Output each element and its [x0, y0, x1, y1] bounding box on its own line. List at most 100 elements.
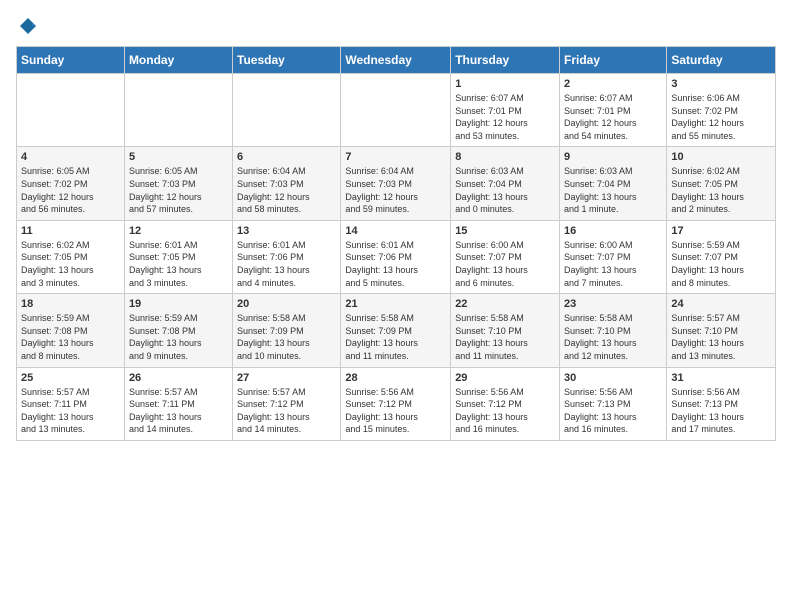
logo — [16, 16, 38, 36]
day-number: 11 — [21, 225, 120, 237]
day-info: Sunrise: 6:05 AM Sunset: 7:02 PM Dayligh… — [21, 165, 120, 215]
day-number: 28 — [345, 372, 446, 384]
calendar-header-row: SundayMondayTuesdayWednesdayThursdayFrid… — [17, 47, 776, 74]
day-info: Sunrise: 5:57 AM Sunset: 7:11 PM Dayligh… — [21, 386, 120, 436]
day-info: Sunrise: 6:00 AM Sunset: 7:07 PM Dayligh… — [455, 239, 555, 289]
calendar-cell: 16 Sunrise: 6:00 AM Sunset: 7:07 PM Dayli… — [560, 220, 667, 293]
calendar-cell: 26 Sunrise: 5:57 AM Sunset: 7:11 PM Dayli… — [124, 367, 232, 440]
day-info: Sunrise: 6:03 AM Sunset: 7:04 PM Dayligh… — [564, 165, 662, 215]
calendar-cell: 1 Sunrise: 6:07 AM Sunset: 7:01 PM Daylig… — [451, 74, 560, 147]
calendar-week-5: 25 Sunrise: 5:57 AM Sunset: 7:11 PM Dayli… — [17, 367, 776, 440]
day-number: 19 — [129, 298, 228, 310]
calendar-week-3: 11 Sunrise: 6:02 AM Sunset: 7:05 PM Dayli… — [17, 220, 776, 293]
day-info: Sunrise: 6:07 AM Sunset: 7:01 PM Dayligh… — [455, 92, 555, 142]
calendar-table: SundayMondayTuesdayWednesdayThursdayFrid… — [16, 46, 776, 441]
calendar-week-4: 18 Sunrise: 5:59 AM Sunset: 7:08 PM Dayli… — [17, 294, 776, 367]
day-info: Sunrise: 5:59 AM Sunset: 7:07 PM Dayligh… — [671, 239, 771, 289]
calendar-cell: 12 Sunrise: 6:01 AM Sunset: 7:05 PM Dayli… — [124, 220, 232, 293]
calendar-cell: 18 Sunrise: 5:59 AM Sunset: 7:08 PM Dayli… — [17, 294, 125, 367]
calendar-cell: 20 Sunrise: 5:58 AM Sunset: 7:09 PM Dayli… — [233, 294, 341, 367]
day-number: 9 — [564, 151, 662, 163]
day-info: Sunrise: 6:04 AM Sunset: 7:03 PM Dayligh… — [237, 165, 336, 215]
day-number: 12 — [129, 225, 228, 237]
calendar-cell: 2Sunrise: 6:07 AM Sunset: 7:01 PM Daylig… — [560, 74, 667, 147]
day-number: 24 — [671, 298, 771, 310]
calendar-cell: 28 Sunrise: 5:56 AM Sunset: 7:12 PM Dayli… — [341, 367, 451, 440]
day-number: 15 — [455, 225, 555, 237]
day-number: 7 — [345, 151, 446, 163]
calendar-cell — [17, 74, 125, 147]
calendar-cell: 7 Sunrise: 6:04 AM Sunset: 7:03 PM Daylig… — [341, 147, 451, 220]
day-header-wednesday: Wednesday — [341, 47, 451, 74]
day-number: 13 — [237, 225, 336, 237]
day-info: Sunrise: 6:05 AM Sunset: 7:03 PM Dayligh… — [129, 165, 228, 215]
calendar-cell: 30 Sunrise: 5:56 AM Sunset: 7:13 PM Dayli… — [560, 367, 667, 440]
day-number: 27 — [237, 372, 336, 384]
day-info: Sunrise: 5:58 AM Sunset: 7:10 PM Dayligh… — [455, 312, 555, 362]
day-header-friday: Friday — [560, 47, 667, 74]
day-info: Sunrise: 6:03 AM Sunset: 7:04 PM Dayligh… — [455, 165, 555, 215]
calendar-cell: 25 Sunrise: 5:57 AM Sunset: 7:11 PM Dayli… — [17, 367, 125, 440]
calendar-cell: 11 Sunrise: 6:02 AM Sunset: 7:05 PM Dayli… — [17, 220, 125, 293]
day-number: 29 — [455, 372, 555, 384]
day-header-tuesday: Tuesday — [233, 47, 341, 74]
day-number: 5 — [129, 151, 228, 163]
calendar-cell: 15 Sunrise: 6:00 AM Sunset: 7:07 PM Dayli… — [451, 220, 560, 293]
day-info: Sunrise: 5:56 AM Sunset: 7:12 PM Dayligh… — [345, 386, 446, 436]
day-info: Sunrise: 5:57 AM Sunset: 7:10 PM Dayligh… — [671, 312, 771, 362]
day-number: 26 — [129, 372, 228, 384]
calendar-cell — [341, 74, 451, 147]
day-number: 1 — [455, 78, 555, 90]
day-info: Sunrise: 5:59 AM Sunset: 7:08 PM Dayligh… — [129, 312, 228, 362]
day-number: 10 — [671, 151, 771, 163]
day-info: Sunrise: 6:02 AM Sunset: 7:05 PM Dayligh… — [21, 239, 120, 289]
calendar-cell: 4Sunrise: 6:05 AM Sunset: 7:02 PM Daylig… — [17, 147, 125, 220]
day-info: Sunrise: 6:04 AM Sunset: 7:03 PM Dayligh… — [345, 165, 446, 215]
day-header-thursday: Thursday — [451, 47, 560, 74]
day-info: Sunrise: 5:59 AM Sunset: 7:08 PM Dayligh… — [21, 312, 120, 362]
calendar-cell: 29 Sunrise: 5:56 AM Sunset: 7:12 PM Dayli… — [451, 367, 560, 440]
day-number: 20 — [237, 298, 336, 310]
calendar-cell: 10 Sunrise: 6:02 AM Sunset: 7:05 PM Dayli… — [667, 147, 776, 220]
day-number: 21 — [345, 298, 446, 310]
calendar-week-1: 1 Sunrise: 6:07 AM Sunset: 7:01 PM Daylig… — [17, 74, 776, 147]
day-info: Sunrise: 5:58 AM Sunset: 7:09 PM Dayligh… — [345, 312, 446, 362]
calendar-cell: 22 Sunrise: 5:58 AM Sunset: 7:10 PM Dayli… — [451, 294, 560, 367]
day-number: 22 — [455, 298, 555, 310]
calendar-week-2: 4Sunrise: 6:05 AM Sunset: 7:02 PM Daylig… — [17, 147, 776, 220]
day-number: 25 — [21, 372, 120, 384]
day-info: Sunrise: 5:58 AM Sunset: 7:10 PM Dayligh… — [564, 312, 662, 362]
day-info: Sunrise: 6:01 AM Sunset: 7:06 PM Dayligh… — [237, 239, 336, 289]
page-header — [16, 16, 776, 36]
day-number: 2 — [564, 78, 662, 90]
day-info: Sunrise: 6:01 AM Sunset: 7:05 PM Dayligh… — [129, 239, 228, 289]
day-info: Sunrise: 5:57 AM Sunset: 7:12 PM Dayligh… — [237, 386, 336, 436]
day-number: 31 — [671, 372, 771, 384]
day-info: Sunrise: 6:02 AM Sunset: 7:05 PM Dayligh… — [671, 165, 771, 215]
calendar-cell: 24 Sunrise: 5:57 AM Sunset: 7:10 PM Dayli… — [667, 294, 776, 367]
calendar-cell: 3Sunrise: 6:06 AM Sunset: 7:02 PM Daylig… — [667, 74, 776, 147]
day-header-sunday: Sunday — [17, 47, 125, 74]
logo-icon — [18, 16, 38, 36]
calendar-cell: 8Sunrise: 6:03 AM Sunset: 7:04 PM Daylig… — [451, 147, 560, 220]
day-info: Sunrise: 5:56 AM Sunset: 7:13 PM Dayligh… — [671, 386, 771, 436]
calendar-cell: 6 Sunrise: 6:04 AM Sunset: 7:03 PM Daylig… — [233, 147, 341, 220]
day-number: 17 — [671, 225, 771, 237]
day-header-monday: Monday — [124, 47, 232, 74]
day-info: Sunrise: 5:56 AM Sunset: 7:13 PM Dayligh… — [564, 386, 662, 436]
calendar-cell: 21 Sunrise: 5:58 AM Sunset: 7:09 PM Dayli… — [341, 294, 451, 367]
day-number: 6 — [237, 151, 336, 163]
calendar-cell: 13 Sunrise: 6:01 AM Sunset: 7:06 PM Dayli… — [233, 220, 341, 293]
day-info: Sunrise: 5:57 AM Sunset: 7:11 PM Dayligh… — [129, 386, 228, 436]
day-number: 30 — [564, 372, 662, 384]
day-info: Sunrise: 6:00 AM Sunset: 7:07 PM Dayligh… — [564, 239, 662, 289]
day-number: 14 — [345, 225, 446, 237]
day-number: 3 — [671, 78, 771, 90]
day-number: 18 — [21, 298, 120, 310]
calendar-cell: 5 Sunrise: 6:05 AM Sunset: 7:03 PM Daylig… — [124, 147, 232, 220]
day-info: Sunrise: 5:56 AM Sunset: 7:12 PM Dayligh… — [455, 386, 555, 436]
day-info: Sunrise: 6:01 AM Sunset: 7:06 PM Dayligh… — [345, 239, 446, 289]
day-number: 16 — [564, 225, 662, 237]
calendar-cell: 9 Sunrise: 6:03 AM Sunset: 7:04 PM Daylig… — [560, 147, 667, 220]
day-info: Sunrise: 5:58 AM Sunset: 7:09 PM Dayligh… — [237, 312, 336, 362]
